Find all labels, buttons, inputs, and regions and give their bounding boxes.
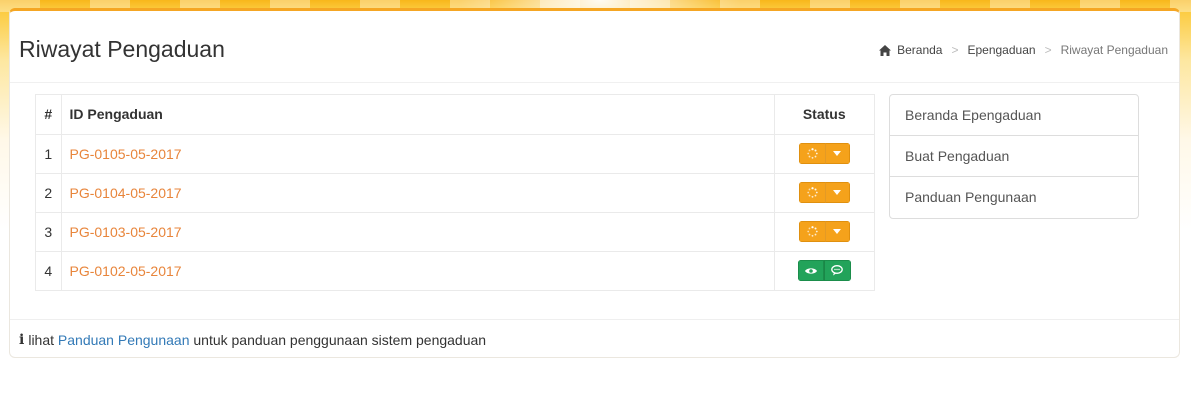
side-nav-beranda-epengaduan[interactable]: Beranda Epengaduan	[890, 95, 1138, 136]
spinner-icon	[807, 187, 818, 198]
complaint-id-link[interactable]: PG-0102-05-2017	[70, 263, 182, 279]
pending-status-dropdown	[798, 221, 850, 242]
header-id: ID Pengaduan	[60, 95, 774, 134]
info-icon: i	[19, 331, 25, 348]
row-status-cell	[773, 250, 874, 290]
caret-down-icon	[833, 151, 842, 156]
row-status-cell	[773, 172, 874, 212]
side-nav: Beranda Epengaduan Buat Pengaduan Pandua…	[889, 94, 1139, 219]
page-header: Riwayat Pengaduan Beranda > Epengaduan >…	[10, 11, 1179, 83]
table-row: 1 PG-0105-05-2017	[36, 133, 874, 173]
breadcrumb-epengaduan[interactable]: Epengaduan	[967, 43, 1035, 57]
eye-icon	[804, 268, 817, 274]
page-title: Riwayat Pengaduan	[19, 36, 225, 62]
content-panel: Riwayat Pengaduan Beranda > Epengaduan >…	[9, 8, 1180, 358]
pending-status-dropdown	[798, 143, 850, 164]
side-nav-panduan-pengunaan[interactable]: Panduan Pengunaan	[890, 177, 1138, 218]
caret-down-icon	[833, 190, 842, 195]
pending-status-dropdown	[798, 182, 850, 203]
breadcrumb-current: Riwayat Pengaduan	[1060, 43, 1168, 57]
complaint-id-link[interactable]: PG-0105-05-2017	[70, 146, 182, 162]
row-number: 1	[36, 133, 61, 173]
complaint-id-link[interactable]: PG-0103-05-2017	[70, 224, 182, 240]
complaint-table: # ID Pengaduan Status 1 PG-0105-05-2017 2 P…	[35, 94, 875, 291]
row-number: 2	[36, 172, 61, 212]
footer-note: i lihat Panduan Pengunaan untuk panduan …	[10, 319, 1179, 359]
row-id-cell: PG-0104-05-2017	[60, 172, 774, 212]
breadcrumb-separator: >	[951, 43, 959, 57]
row-status-cell	[773, 133, 874, 173]
dropdown-toggle-button[interactable]	[825, 182, 850, 203]
spinner-icon	[807, 148, 818, 159]
pending-status-button[interactable]	[798, 143, 826, 164]
header-number: #	[44, 106, 53, 123]
answered-actions	[797, 260, 851, 282]
view-button[interactable]	[797, 260, 824, 282]
complaint-id-link[interactable]: PG-0104-05-2017	[70, 185, 182, 201]
footer-prefix: lihat	[28, 331, 55, 348]
breadcrumb-home[interactable]: Beranda	[897, 43, 942, 57]
comment-icon	[831, 265, 844, 276]
side-nav-buat-pengaduan[interactable]: Buat Pengaduan	[890, 136, 1138, 177]
home-icon	[879, 44, 892, 56]
header-status: Status	[773, 95, 874, 134]
row-status-cell	[773, 211, 874, 251]
spinner-icon	[807, 226, 818, 237]
row-number: 3	[36, 211, 61, 251]
breadcrumb-separator: >	[1044, 43, 1052, 57]
footer-suffix: untuk panduan penggunaan sistem pengadua…	[193, 331, 487, 348]
row-id-cell: PG-0102-05-2017	[60, 250, 774, 290]
comment-button[interactable]	[823, 260, 851, 282]
pending-status-button[interactable]	[798, 182, 826, 203]
footer-guide-link[interactable]: Panduan Pengunaan	[58, 332, 190, 348]
breadcrumb: Beranda > Epengaduan > Riwayat Pengaduan	[879, 43, 1168, 57]
table-row: 2 PG-0104-05-2017	[36, 172, 874, 212]
dropdown-toggle-button[interactable]	[825, 143, 850, 164]
table-row: 4 PG-0102-05-2017	[36, 250, 874, 290]
table-row: 3 PG-0103-05-2017	[36, 211, 874, 251]
row-number: 4	[36, 250, 61, 290]
table-header-row: # ID Pengaduan Status	[36, 95, 874, 134]
caret-down-icon	[833, 229, 842, 234]
row-id-cell: PG-0103-05-2017	[60, 211, 774, 251]
pending-status-button[interactable]	[798, 221, 826, 242]
row-id-cell: PG-0105-05-2017	[60, 133, 774, 173]
dropdown-toggle-button[interactable]	[825, 221, 850, 242]
